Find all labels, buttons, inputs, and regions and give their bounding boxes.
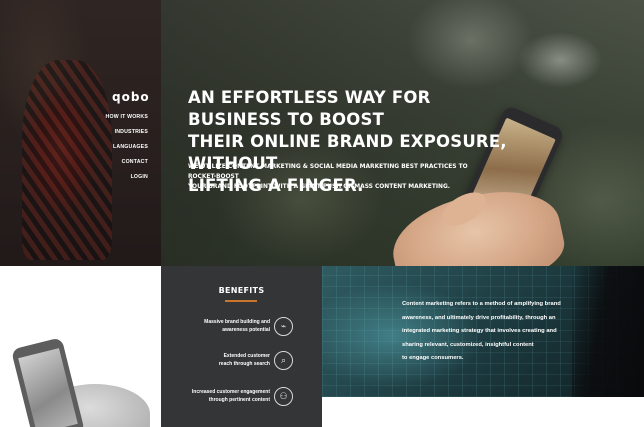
benefit-text: Massive brand building and awareness pot… <box>170 319 270 334</box>
benefit-line: reach through search <box>218 360 270 367</box>
hero-subheadline-line: YOUR BRAND FOOTPRINT WITH A GIANT PUSH O… <box>188 184 451 190</box>
benefits-title: BENEFITS <box>218 286 265 295</box>
main-nav: HOW IT WORKS INDUSTRIES LANGUAGES CONTAC… <box>100 110 148 185</box>
content-spacer <box>322 397 644 427</box>
benefit-item: Massive brand building and awareness pot… <box>161 316 322 340</box>
nav-login[interactable]: LOGIN <box>100 170 148 185</box>
benefit-text: Extended customer reach through search <box>170 353 270 368</box>
content-marketing-line: awareness, and ultimately drive profitab… <box>402 314 556 321</box>
hero-dress-image <box>22 60 112 260</box>
content-marketing-line: sharing relevant, customized, insightful… <box>402 341 534 348</box>
people-icon: ⚇ <box>274 387 293 406</box>
search-icon: ⌕ <box>274 351 293 370</box>
benefits-divider <box>225 300 257 302</box>
benefit-text: Increased customer engagement through pe… <box>170 389 270 404</box>
benefit-line: Massive brand building and <box>204 319 270 325</box>
benefit-line: Increased customer engagement <box>191 389 270 395</box>
content-marketing-line: to engage consumers. <box>402 355 464 361</box>
content-marketing-line: Content marketing refers to a method of … <box>402 301 561 307</box>
benefit-line: Extended customer <box>223 353 270 359</box>
benefit-line: through pertinent content <box>208 396 270 403</box>
hero-subheadline-line: WE UTILIZE CONTENT MARKETING & SOCIAL ME… <box>188 164 468 180</box>
megaphone-icon: ⌁ <box>274 317 293 336</box>
content-marketing-panel: Content marketing refers to a method of … <box>322 266 644 397</box>
benefit-item: Extended customer reach through search ⌕ <box>161 350 322 374</box>
benefits-panel: BENEFITS Massive brand building and awar… <box>161 266 322 427</box>
content-marketing-line: integrated marketing strategy that invol… <box>402 328 557 334</box>
content-marketing-text: Content marketing refers to a method of … <box>402 298 572 366</box>
hero-headline-line: AN EFFORTLESS WAY FOR BUSINESS TO BOOST <box>188 88 431 129</box>
nav-contact[interactable]: CONTACT <box>100 155 148 170</box>
benefit-line: awareness potential <box>222 326 270 333</box>
hero-subheadline: WE UTILIZE CONTENT MARKETING & SOCIAL ME… <box>188 162 488 192</box>
logo[interactable]: qobo <box>112 90 150 104</box>
nav-languages[interactable]: LANGUAGES <box>100 140 148 155</box>
benefit-item: Increased customer engagement through pe… <box>161 386 322 410</box>
nav-industries[interactable]: INDUSTRIES <box>100 125 148 140</box>
nav-how-it-works[interactable]: HOW IT WORKS <box>100 110 148 125</box>
